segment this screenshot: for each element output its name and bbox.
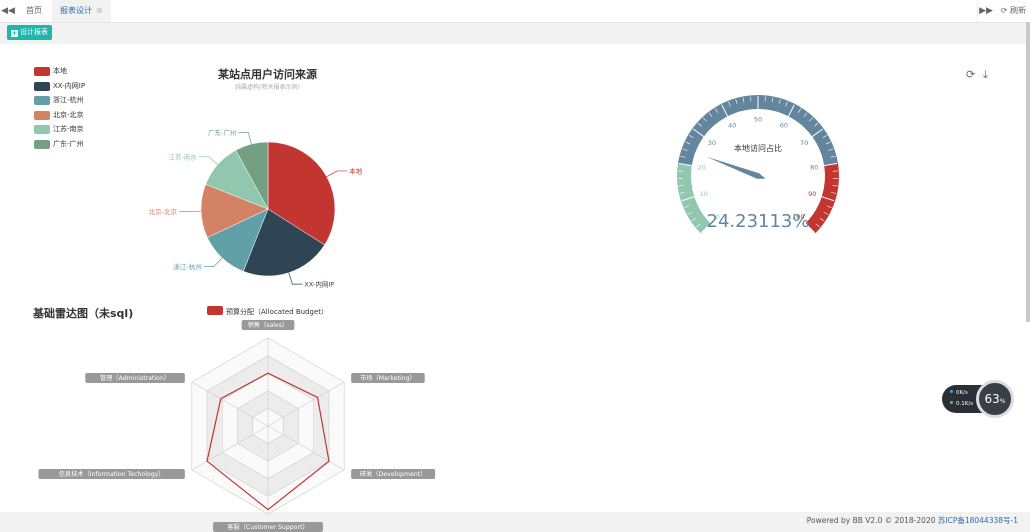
download-icon[interactable]: ⤓	[983, 68, 988, 82]
radar-indicator-label: 客服（Customer Support）	[227, 523, 308, 531]
upload-dot-icon	[950, 390, 953, 393]
download-speed: 0.1K/s	[950, 401, 973, 407]
tab-scroll-left-icon[interactable]: ◀◀	[0, 0, 16, 22]
restore-icon[interactable]: ⟳	[966, 68, 975, 81]
upload-speed-value: 0K/s	[956, 390, 968, 396]
legend-swatch	[34, 110, 50, 120]
memory-usage-unit: %	[999, 398, 1006, 405]
pie-chart-title: 某站点用户访问来源	[218, 68, 317, 81]
legend-label: 广东-广州	[53, 139, 84, 148]
legend-swatch	[34, 125, 50, 134]
legend-item[interactable]: 北京-北京	[34, 110, 85, 126]
legend-label: 浙江-杭州	[53, 96, 84, 104]
legend-swatch	[34, 81, 50, 91]
legend-swatch	[207, 306, 223, 315]
upload-speed: 0K/s	[950, 390, 968, 396]
legend-item[interactable]: XX-内网IP	[34, 81, 86, 97]
report-canvas	[0, 44, 1030, 512]
legend-swatch	[34, 139, 50, 149]
legend-label: 本地	[53, 67, 67, 75]
legend-label: 北京-北京	[53, 110, 84, 119]
radar-legend-item[interactable]: 预算分配（Allocated Budget）	[207, 306, 328, 317]
tab-scroll-right-icon[interactable]: ▶▶	[977, 0, 994, 22]
legend-label: 预算分配（Allocated Budget）	[226, 308, 328, 316]
radar-indicator-label-bg	[213, 522, 323, 532]
legend-swatch	[34, 96, 50, 105]
legend-swatch	[34, 67, 50, 76]
radar-chart-title: 基础雷达图（未sql)	[33, 307, 134, 320]
design-report-label: 设计报表	[20, 28, 48, 36]
download-speed-value: 0.1K/s	[956, 401, 974, 407]
icp-link[interactable]: 苏ICP备18044338号-1	[938, 516, 1018, 525]
footer-text: Powered by BB V2.0 © 2018-2020	[806, 516, 938, 525]
legend-item[interactable]: 广东-广州	[34, 139, 85, 155]
memory-usage-badge[interactable]: 63%	[976, 380, 1014, 418]
tab-report-design[interactable]: 报表设计 ⊗	[52, 0, 111, 22]
pie-chart-subtitle: 纯属虚构(积木报表示例)	[235, 84, 300, 91]
legend-item[interactable]: 江苏-南京	[34, 125, 85, 140]
vertical-scrollbar[interactable]	[1026, 22, 1030, 322]
legend-label: 江苏-南京	[53, 125, 84, 133]
legend-item[interactable]: 本地	[34, 67, 85, 82]
footer: Powered by BB V2.0 © 2018-2020 苏ICP备1804…	[807, 515, 1018, 526]
legend-item[interactable]: 浙江-杭州	[34, 96, 85, 111]
tab-bar: ◀◀ 首页 报表设计 ⊗ ▶▶ ⟳ 刷新	[0, 0, 1030, 23]
tab-home-label: 首页	[26, 6, 42, 15]
memory-usage-value: 63	[984, 392, 1000, 406]
pie-legend: 本地 XX-内网IP 浙江-杭州 北京-北京 江苏-南京 广东-广州	[34, 67, 85, 154]
tab-report-design-label: 报表设计	[60, 6, 92, 15]
plus-icon: +	[11, 29, 18, 37]
close-icon[interactable]: ⊗	[96, 6, 103, 15]
refresh-button[interactable]: ⟳ 刷新	[1001, 0, 1026, 22]
download-dot-icon	[950, 401, 953, 404]
design-report-button[interactable]: + 设计报表	[7, 25, 52, 40]
legend-label: XX-内网IP	[53, 81, 86, 90]
refresh-icon: ⟳	[1000, 6, 1008, 15]
refresh-label: 刷新	[1010, 6, 1026, 15]
tab-home[interactable]: 首页	[18, 0, 50, 22]
